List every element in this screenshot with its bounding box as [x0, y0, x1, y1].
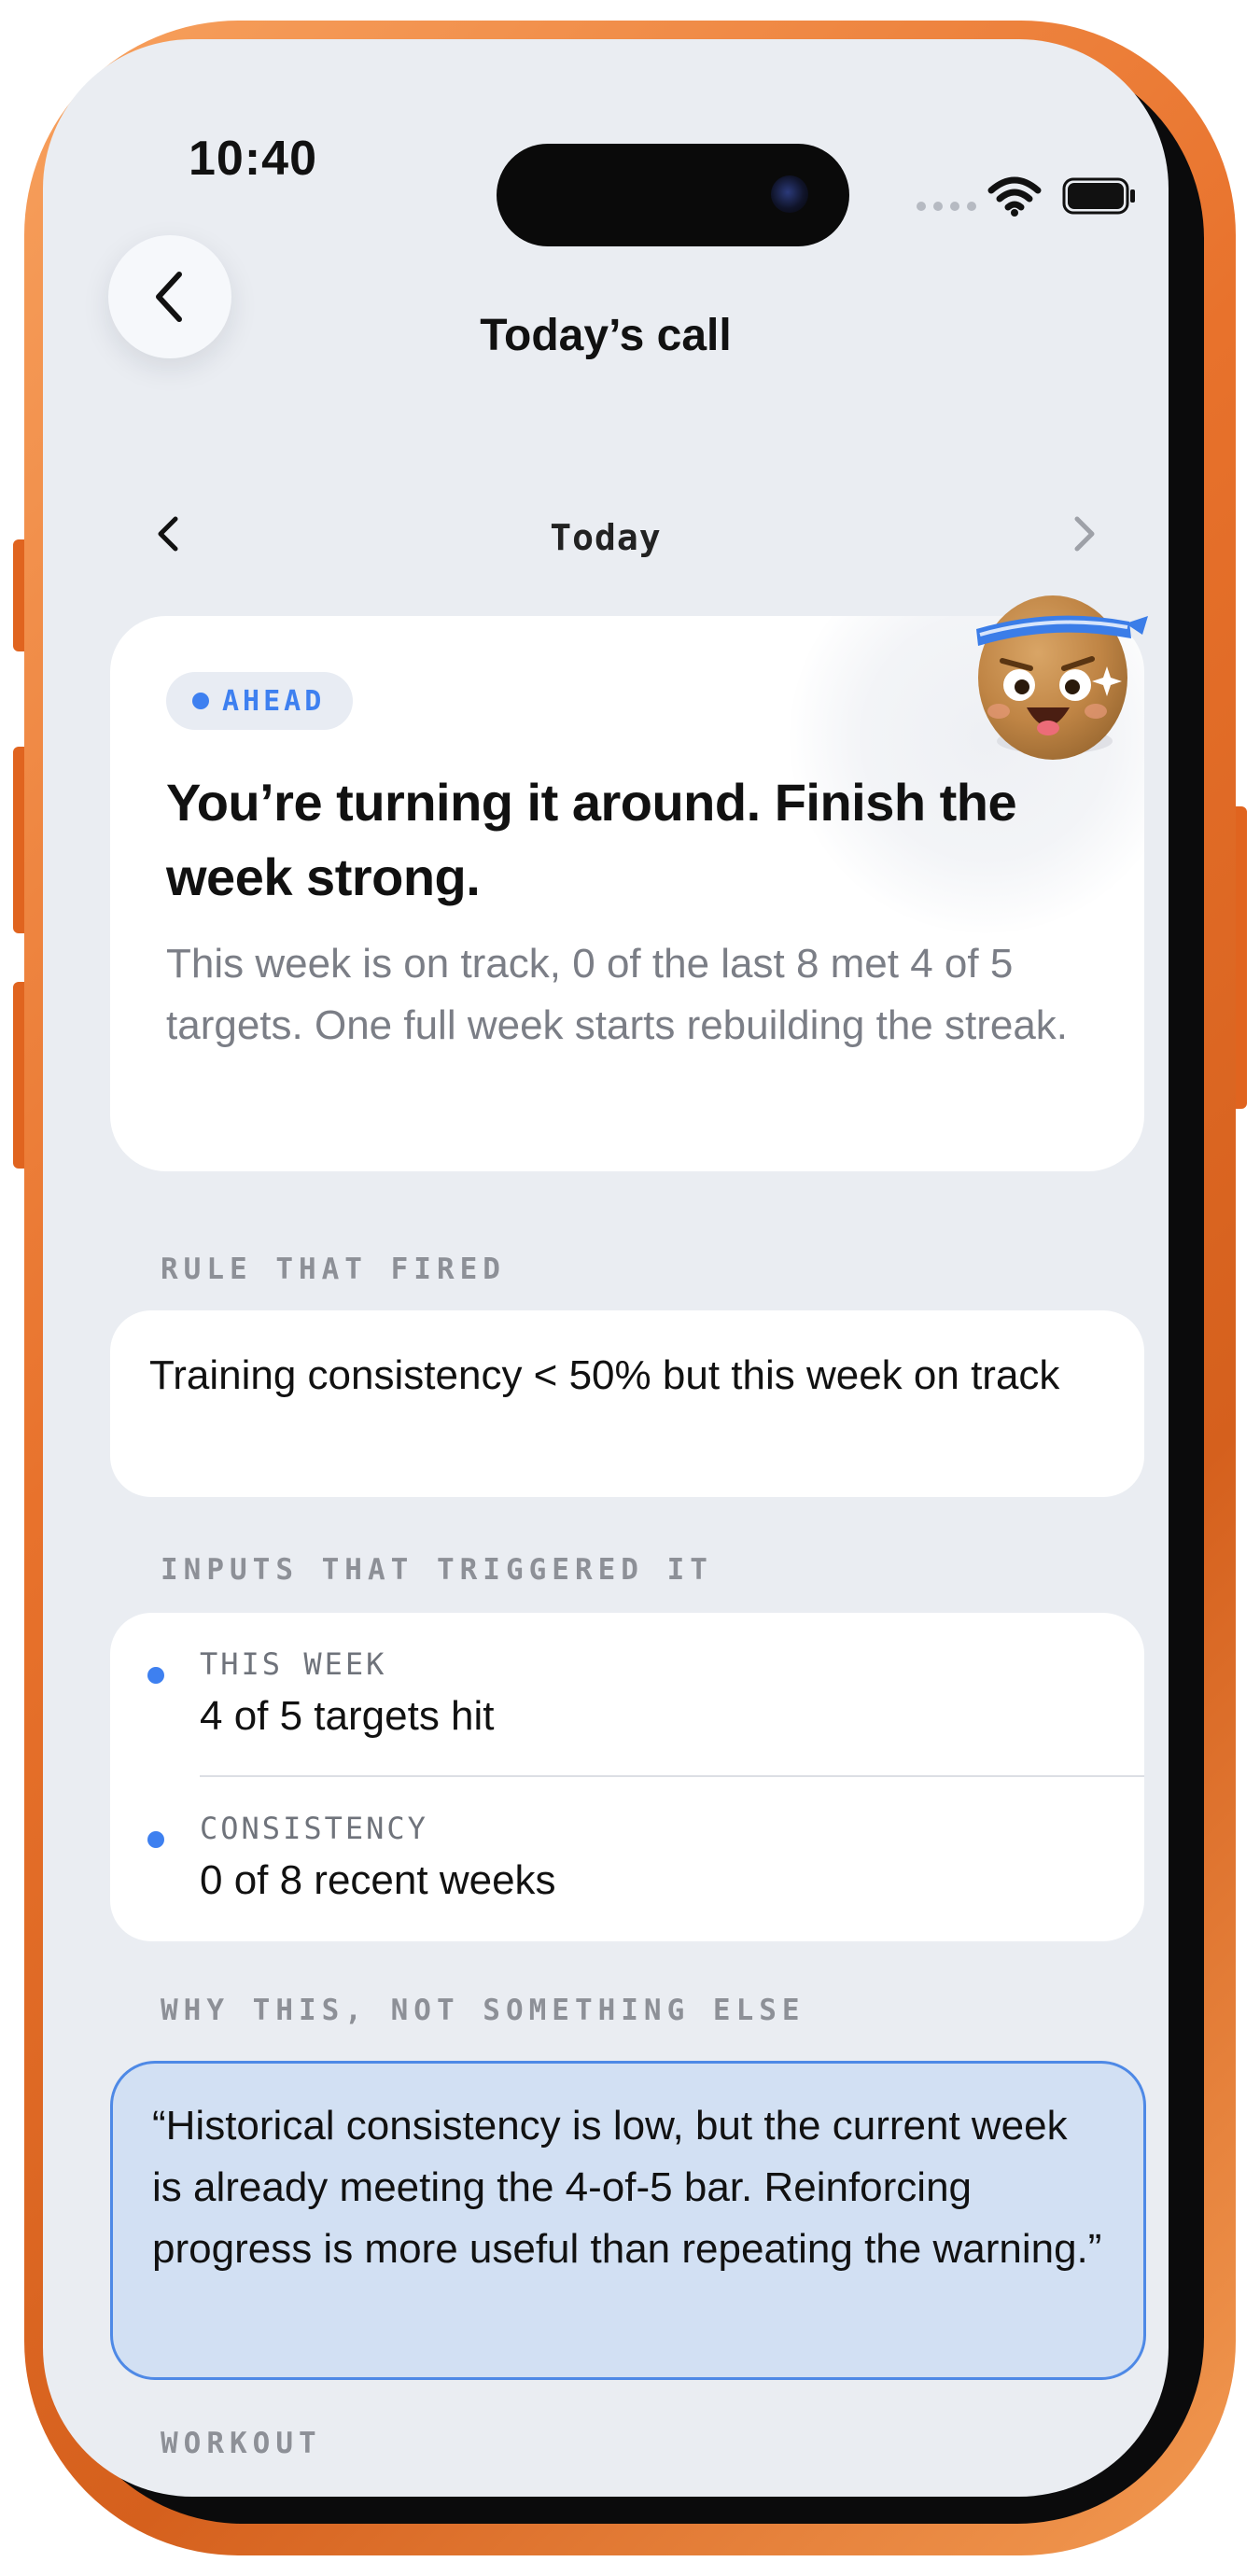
reasoning-quote: “Historical consistency is low, but the … [152, 2103, 1102, 2272]
inputs-section-label: INPUTS THAT TRIGGERED IT [161, 1553, 713, 1587]
verdict-headline: You’re turning it around. Finish the wee… [166, 773, 1017, 906]
next-day-button[interactable] [1070, 513, 1098, 554]
inputs-card: THIS WEEK 4 of 5 targets hit CONSISTENCY… [110, 1613, 1144, 1941]
page-title: Today’s call [480, 311, 732, 360]
input-item: CONSISTENCY 0 of 8 recent weeks [110, 1777, 1144, 1941]
dynamic-island [497, 144, 849, 246]
reasoning-quote-card: “Historical consistency is low, but the … [110, 2061, 1146, 2380]
date-label: Today [550, 517, 662, 558]
camera-icon [771, 175, 808, 213]
wifi-icon [987, 176, 1042, 217]
potato-mascot-icon [976, 595, 1148, 760]
status-time: 10:40 [189, 132, 317, 186]
verdict-body: This week is on track, 0 of the last 8 m… [166, 941, 1069, 1048]
status-badge-label: AHEAD [222, 684, 326, 718]
status-badge: AHEAD [166, 672, 354, 730]
input-value: 0 of 8 recent weeks [200, 1857, 556, 1903]
battery-icon [1062, 177, 1135, 215]
rule-card: Training consistency < 50% but this week… [110, 1310, 1144, 1497]
input-item: THIS WEEK 4 of 5 targets hit [110, 1613, 1144, 1775]
workout-section-label: WORKOUT [161, 2427, 322, 2460]
cellular-signal-icon [917, 202, 976, 211]
why-section-label: WHY THIS, NOT SOMETHING ELSE [161, 1994, 805, 2027]
status-dot-icon [192, 693, 209, 709]
bullet-dot-icon [147, 1831, 164, 1848]
input-label: THIS WEEK [200, 1646, 387, 1682]
app-screen: 10:40 Today’s call Today AHEAD You’re tu… [43, 39, 1169, 2497]
input-value: 4 of 5 targets hit [200, 1693, 495, 1739]
rule-text: Training consistency < 50% but this week… [149, 1352, 1060, 1398]
input-label: CONSISTENCY [200, 1811, 428, 1846]
rule-section-label: RULE THAT FIRED [161, 1253, 506, 1286]
bullet-dot-icon [147, 1667, 164, 1684]
